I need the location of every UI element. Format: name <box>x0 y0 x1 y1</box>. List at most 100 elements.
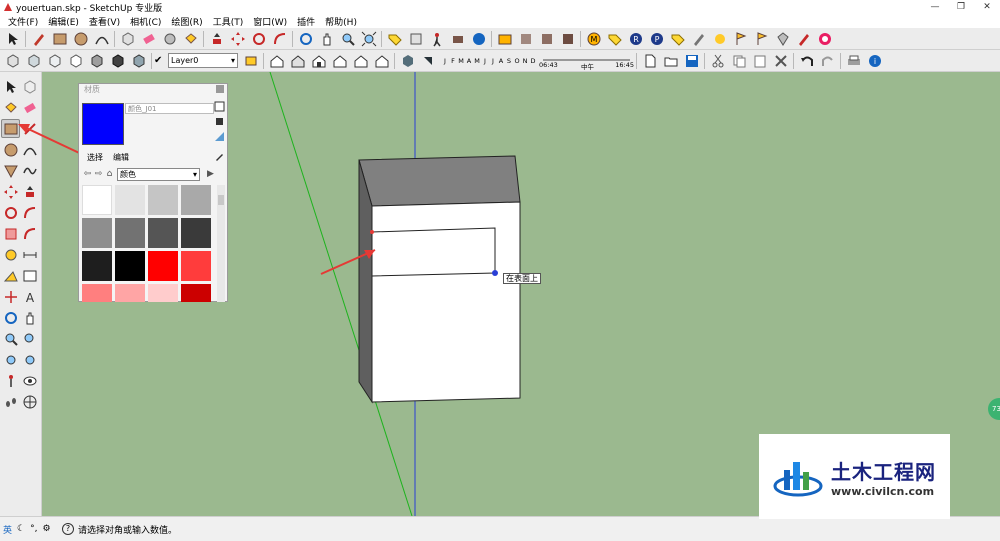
house-top-icon[interactable] <box>309 51 328 70</box>
back-arrow-icon[interactable]: ⇦ <box>82 169 93 180</box>
shadow-toggle-icon[interactable] <box>419 51 438 70</box>
house-left-icon[interactable] <box>372 51 391 70</box>
zoom-tool-icon[interactable] <box>1 329 20 348</box>
close-button[interactable]: ✕ <box>974 0 1000 14</box>
3d-text-tool-icon[interactable]: A <box>20 287 39 306</box>
position-camera-tool-icon[interactable] <box>1 371 20 390</box>
zoom-icon[interactable] <box>338 29 357 48</box>
dimension-tool-icon[interactable] <box>20 245 39 264</box>
protractor-tool-icon[interactable] <box>1 266 20 285</box>
ime-lang[interactable]: 英 <box>3 523 12 536</box>
box-front-face[interactable] <box>371 201 521 403</box>
walk-tool-icon[interactable] <box>1 392 20 411</box>
material-swatch[interactable] <box>181 284 211 302</box>
material-swatch[interactable] <box>115 185 145 215</box>
tab-select[interactable]: 选择 <box>82 151 108 163</box>
material-swatch[interactable] <box>82 218 112 248</box>
material-swatch[interactable] <box>82 251 112 281</box>
time-slider[interactable]: 06:43 中午 16:45 <box>539 53 634 71</box>
extension-icon[interactable] <box>558 29 577 48</box>
display-secondary-icon[interactable] <box>214 101 225 112</box>
layer-manager-icon[interactable] <box>241 51 260 70</box>
material-swatch[interactable] <box>115 251 145 281</box>
material-swatch[interactable] <box>181 185 211 215</box>
help-icon[interactable]: ? <box>62 523 74 535</box>
cut-icon[interactable] <box>708 51 727 70</box>
save-icon[interactable] <box>682 51 701 70</box>
m-plugin-icon[interactable]: M <box>584 29 603 48</box>
push-pull-icon[interactable] <box>207 29 226 48</box>
material-swatch[interactable] <box>115 284 145 302</box>
flag-2-icon[interactable] <box>752 29 771 48</box>
open-folder-icon[interactable] <box>661 51 680 70</box>
shadow-settings-icon[interactable] <box>398 51 417 70</box>
box-top-face[interactable] <box>358 155 521 207</box>
axes-tool-icon[interactable] <box>1 287 20 306</box>
offset-tool-icon[interactable] <box>20 224 39 243</box>
orbit-tool-icon[interactable] <box>1 308 20 327</box>
month-slider[interactable]: J F M A M J J A S O N D <box>441 57 537 65</box>
orbit-icon[interactable] <box>296 29 315 48</box>
tag-icon[interactable] <box>385 29 404 48</box>
paste-icon[interactable] <box>750 51 769 70</box>
redo-icon[interactable] <box>818 51 837 70</box>
panel-close-icon[interactable] <box>216 85 224 93</box>
forward-arrow-icon[interactable]: ⇨ <box>93 169 104 180</box>
house-back-icon[interactable] <box>351 51 370 70</box>
punct-icon[interactable]: °, <box>30 524 37 534</box>
look-around-icon[interactable] <box>448 29 467 48</box>
create-material-icon[interactable] <box>214 116 225 127</box>
gem-icon[interactable] <box>773 29 792 48</box>
house-front-icon[interactable] <box>288 51 307 70</box>
look-around-tool-icon[interactable] <box>20 371 39 390</box>
model-info-icon[interactable]: i <box>865 51 884 70</box>
follow-me-tool-icon[interactable] <box>20 203 39 222</box>
copy-icon[interactable] <box>729 51 748 70</box>
zoom-window-tool-icon[interactable] <box>20 329 39 348</box>
move-icon[interactable] <box>228 29 247 48</box>
walk-icon[interactable] <box>427 29 446 48</box>
tag-plugin-icon[interactable] <box>605 29 624 48</box>
share-model-icon[interactable] <box>537 29 556 48</box>
tape-measure-tool-icon[interactable] <box>1 245 20 264</box>
pan-icon[interactable] <box>317 29 336 48</box>
undo-icon[interactable] <box>797 51 816 70</box>
brush-icon[interactable] <box>794 29 813 48</box>
new-file-icon[interactable] <box>640 51 659 70</box>
follow-me-icon[interactable] <box>270 29 289 48</box>
material-swatch[interactable] <box>115 218 145 248</box>
material-name-field[interactable]: 颜色_J01 <box>125 103 214 114</box>
zoom-extents-tool-icon[interactable] <box>1 350 20 369</box>
menu-tools[interactable]: 工具(T) <box>208 15 249 28</box>
position-camera-icon[interactable] <box>469 29 488 48</box>
edit-plugin-icon[interactable] <box>689 29 708 48</box>
previous-view-tool-icon[interactable] <box>20 350 39 369</box>
details-arrow-icon[interactable]: ▶ <box>205 169 216 180</box>
moon-icon[interactable]: ☾ <box>17 524 25 534</box>
gear-icon[interactable]: ⚙ <box>42 524 50 534</box>
tag-2-icon[interactable] <box>668 29 687 48</box>
current-material-swatch[interactable] <box>82 103 124 145</box>
text-tool-icon[interactable] <box>20 266 39 285</box>
material-swatch[interactable] <box>181 218 211 248</box>
menu-plugins[interactable]: 插件 <box>292 15 320 28</box>
section-plane-icon[interactable] <box>406 29 425 48</box>
material-swatch[interactable] <box>148 218 178 248</box>
p-plugin-icon[interactable]: P <box>647 29 666 48</box>
sphere-icon[interactable] <box>710 29 729 48</box>
rotate-icon[interactable] <box>249 29 268 48</box>
material-swatch[interactable] <box>181 251 211 281</box>
material-swatch[interactable] <box>148 185 178 215</box>
zoom-extents-icon[interactable] <box>359 29 378 48</box>
minimize-button[interactable]: — <box>922 0 948 14</box>
get-models-icon[interactable] <box>516 29 535 48</box>
section-plane-tool-icon[interactable] <box>20 392 39 411</box>
restore-button[interactable]: ❐ <box>948 0 974 14</box>
default-material-icon[interactable] <box>214 131 225 142</box>
eyedropper-icon[interactable] <box>214 151 225 162</box>
scale-tool-icon[interactable] <box>1 224 20 243</box>
rotate-tool-icon[interactable] <box>1 203 20 222</box>
material-swatch[interactable] <box>148 251 178 281</box>
color-wheel-icon[interactable] <box>815 29 834 48</box>
home-icon[interactable] <box>267 51 286 70</box>
